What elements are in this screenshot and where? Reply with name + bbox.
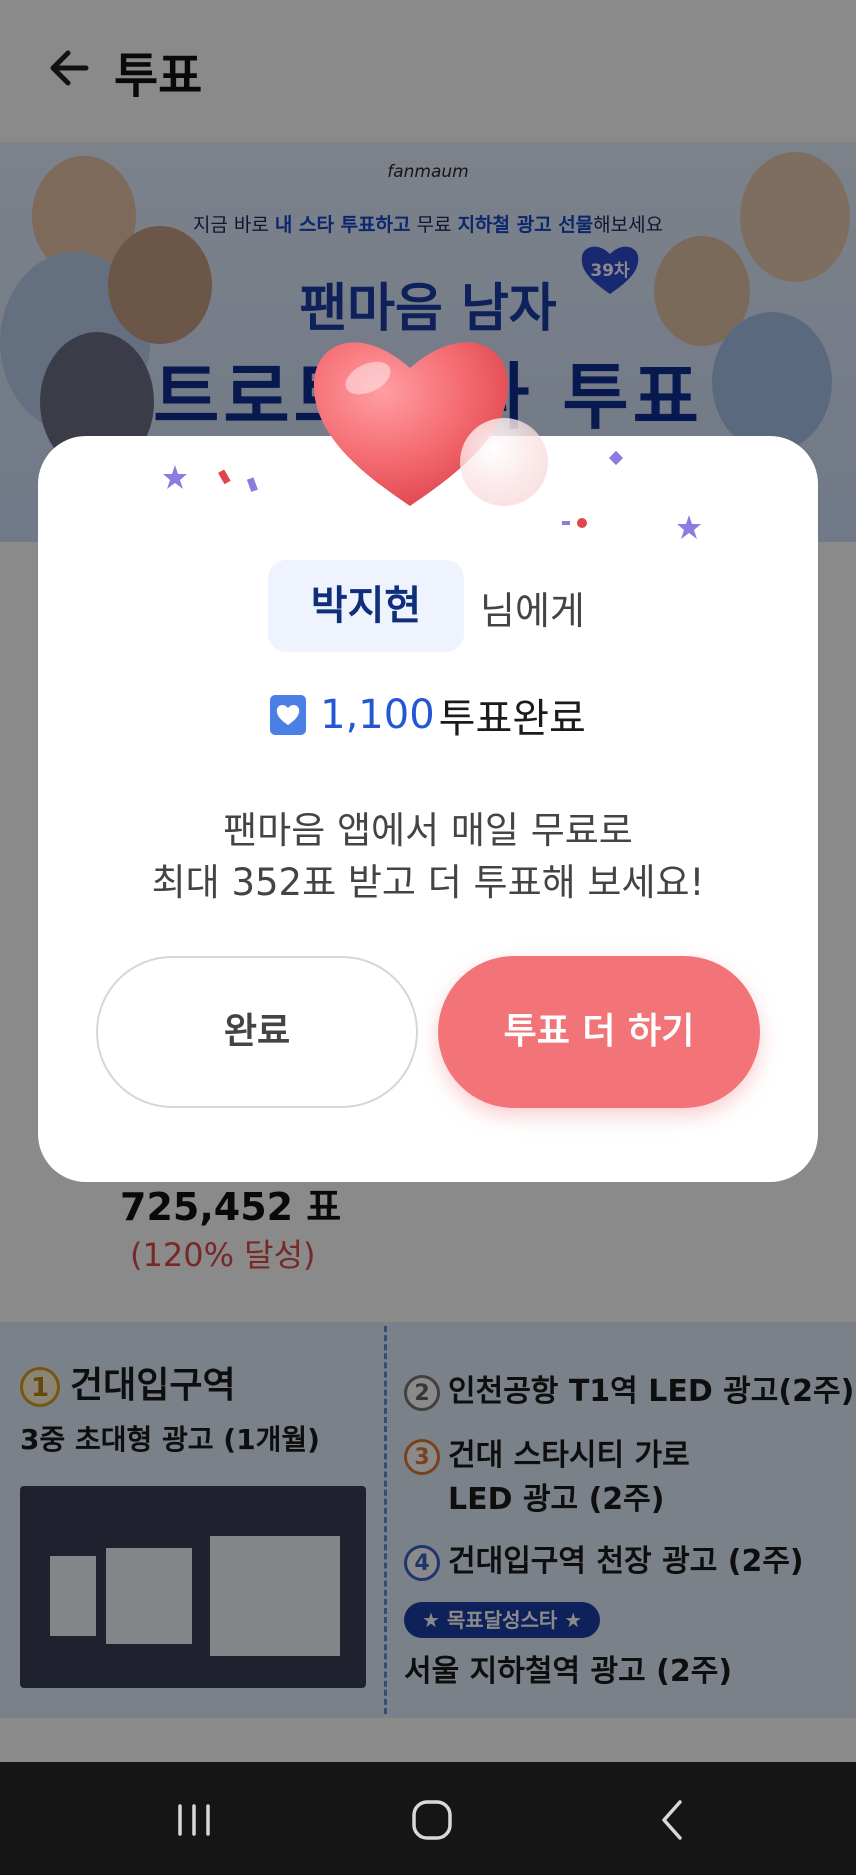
vote-count: 1,100 — [320, 692, 435, 738]
nav-back-button[interactable] — [646, 1792, 702, 1848]
promo-message-line2: 최대 352표 받고 더 투표해 보세요! — [151, 861, 705, 904]
recent-apps-icon — [178, 1804, 210, 1836]
recipient-name: 박지현 — [268, 560, 464, 652]
heart-ticket-icon — [270, 695, 307, 735]
done-button[interactable]: 완료 — [96, 956, 418, 1108]
confetti-star-icon — [163, 465, 187, 489]
heart-icon — [298, 316, 558, 516]
home-icon — [412, 1800, 452, 1840]
confetti-icon — [246, 477, 258, 493]
recent-apps-button[interactable] — [166, 1792, 222, 1848]
confetti-star-icon — [677, 515, 701, 539]
confetti-icon — [562, 518, 587, 528]
vote-complete-row: 1,100 투표완료 — [0, 686, 856, 742]
nav-back-icon — [662, 1800, 682, 1840]
home-button[interactable] — [404, 1792, 460, 1848]
vote-more-button[interactable]: 투표 더 하기 — [438, 956, 760, 1108]
vote-complete-label: 투표완료 — [438, 696, 586, 742]
confetti-icon — [608, 450, 624, 466]
recipient-suffix: 님에게 — [480, 589, 585, 633]
recipient-row: 박지현 님에게 — [0, 560, 856, 656]
promo-message-line1: 팬마음 앱에서 매일 무료로 — [223, 809, 633, 852]
confetti-icon — [218, 469, 231, 485]
system-nav-bar — [0, 1762, 856, 1875]
